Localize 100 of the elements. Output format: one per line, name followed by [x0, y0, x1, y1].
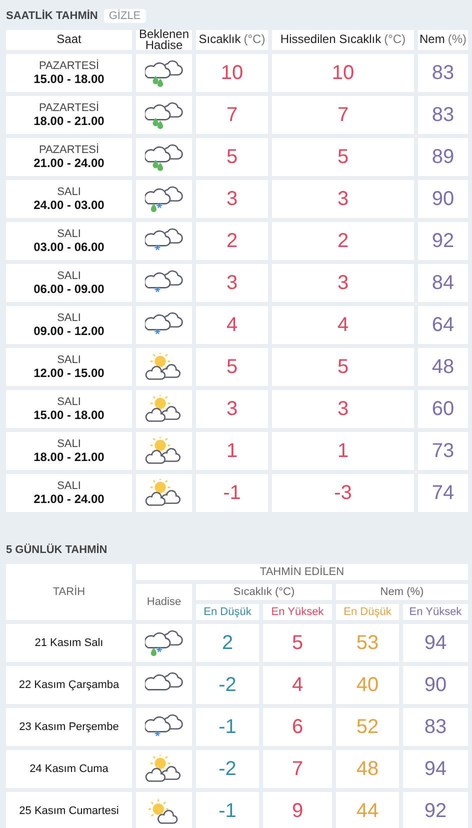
humidity-value: 84	[432, 272, 454, 294]
column-header: Beklenen Hadise	[136, 30, 192, 50]
forecast-value: 83	[424, 716, 447, 738]
time-range: 21.00 - 24.00	[34, 492, 104, 506]
humidity-value: 90	[432, 188, 454, 210]
time-range: 18.00 - 21.00	[34, 450, 104, 464]
column-header: TARİH	[6, 564, 132, 620]
time-range: 06.00 - 09.00	[34, 282, 104, 296]
rain-cloud-icon	[145, 59, 183, 87]
hide-button[interactable]: GİZLE	[104, 9, 146, 23]
forecast-value: -2	[218, 758, 236, 780]
day-label: SALI	[57, 480, 81, 492]
temperature-value: 10	[220, 62, 244, 84]
forecast-value: 44	[356, 800, 379, 822]
temperature-value: 3	[226, 398, 238, 420]
feels-like-value: 5	[337, 146, 349, 168]
feels-like-value: 3	[337, 272, 349, 294]
column-header: Saat	[6, 30, 132, 50]
forecast-value: 9	[292, 800, 304, 822]
feels-like-value: 1	[337, 440, 349, 462]
date-label: 24 Kasım Cuma	[30, 763, 108, 775]
feels-like-value: 4	[337, 314, 349, 336]
column-header: Nem (%)	[418, 30, 468, 50]
sun-cloud-icon	[145, 395, 183, 423]
temperature-value: 3	[226, 188, 238, 210]
column-header: Sıcaklık (°C)	[196, 584, 332, 600]
day-label: PAZARTESİ	[38, 102, 100, 114]
humidity-value: 92	[432, 230, 454, 252]
time-range: 09.00 - 12.00	[34, 324, 104, 338]
sleet-cloud-icon	[145, 629, 183, 657]
day-label: SALI	[57, 270, 81, 282]
humidity-value: 64	[432, 314, 454, 336]
forecast-value: 40	[356, 674, 379, 696]
humidity-value: 74	[432, 482, 454, 504]
day-label: SALI	[57, 396, 81, 408]
sun-cloud-icon	[145, 479, 183, 507]
forecast-value: 5	[292, 632, 304, 654]
humidity-value: 83	[432, 104, 454, 126]
time-range: 03.00 - 06.00	[34, 240, 104, 254]
temperature-value: 5	[226, 356, 238, 378]
section-title: SAATLİK TAHMİN	[6, 10, 98, 22]
rain-cloud-icon	[145, 143, 183, 171]
day-label: PAZARTESİ	[38, 60, 100, 72]
column-header: En Düşük	[196, 604, 259, 620]
humidity-value: 83	[432, 62, 454, 84]
forecast-value: 52	[356, 716, 379, 738]
column-header: Nem (%)	[336, 584, 468, 600]
forecast-value: 2	[222, 632, 234, 654]
forecast-value: 90	[424, 674, 447, 696]
temperature-value: -1	[223, 482, 241, 504]
feels-like-value: 2	[337, 230, 349, 252]
sun-cloud-icon	[145, 437, 183, 465]
column-header: En Düşük	[336, 604, 399, 620]
column-header: En Yüksek	[263, 604, 332, 620]
column-header: TAHMİN EDİLEN	[136, 564, 468, 580]
temperature-value: 5	[226, 146, 238, 168]
forecast-value: 6	[292, 716, 304, 738]
column-header: En Yüksek	[403, 604, 468, 620]
date-label: 23 Kasım Perşembe	[19, 721, 119, 733]
forecast-value: 53	[356, 632, 379, 654]
humidity-value: 48	[432, 356, 454, 378]
humidity-value: 60	[432, 398, 454, 420]
column-header: Sıcaklık (°C)	[196, 30, 268, 50]
date-label: 25 Kasım Cumartesi	[19, 805, 119, 817]
forecast-value: 4	[292, 674, 304, 696]
time-range: 12.00 - 15.00	[34, 366, 104, 380]
day-label: SALI	[57, 228, 81, 240]
time-range: 15.00 - 18.00	[34, 408, 104, 422]
sun-cloud-icon	[145, 353, 183, 381]
date-label: 21 Kasım Salı	[34, 637, 104, 649]
temperature-value: 7	[226, 104, 238, 126]
humidity-value: 73	[432, 440, 454, 462]
feels-like-value: -3	[334, 482, 352, 504]
forecast-value: -1	[218, 800, 236, 822]
time-range: 15.00 - 18.00	[34, 72, 104, 86]
rain-cloud-icon	[145, 101, 183, 129]
temperature-value: 1	[226, 440, 238, 462]
forecast-value: 94	[424, 632, 447, 654]
feels-like-value: 10	[332, 62, 354, 84]
sun-cloud-icon	[145, 755, 183, 783]
forecast-value: 92	[424, 800, 447, 822]
section-title: 5 GÜNLÜK TAHMİN	[6, 544, 108, 556]
forecast-value: 94	[424, 758, 447, 780]
column-header: Hadise	[136, 584, 192, 620]
temperature-value: 4	[226, 314, 238, 336]
forecast-value: 48	[356, 758, 379, 780]
forecast-value: -1	[218, 716, 236, 738]
feels-like-value: 5	[337, 356, 349, 378]
day-label: PAZARTESİ	[38, 144, 100, 156]
feels-like-value: 3	[337, 398, 349, 420]
feels-like-value: 7	[337, 104, 349, 126]
time-range: 18.00 - 21.00	[34, 114, 104, 128]
day-label: SALI	[57, 186, 81, 198]
feels-like-value: 3	[337, 188, 349, 210]
day-label: SALI	[57, 438, 81, 450]
time-range: 24.00 - 03.00	[34, 198, 104, 212]
temperature-value: 3	[226, 272, 238, 294]
day-label: SALI	[57, 354, 81, 366]
humidity-value: 89	[432, 146, 454, 168]
temperature-value: 2	[226, 230, 238, 252]
